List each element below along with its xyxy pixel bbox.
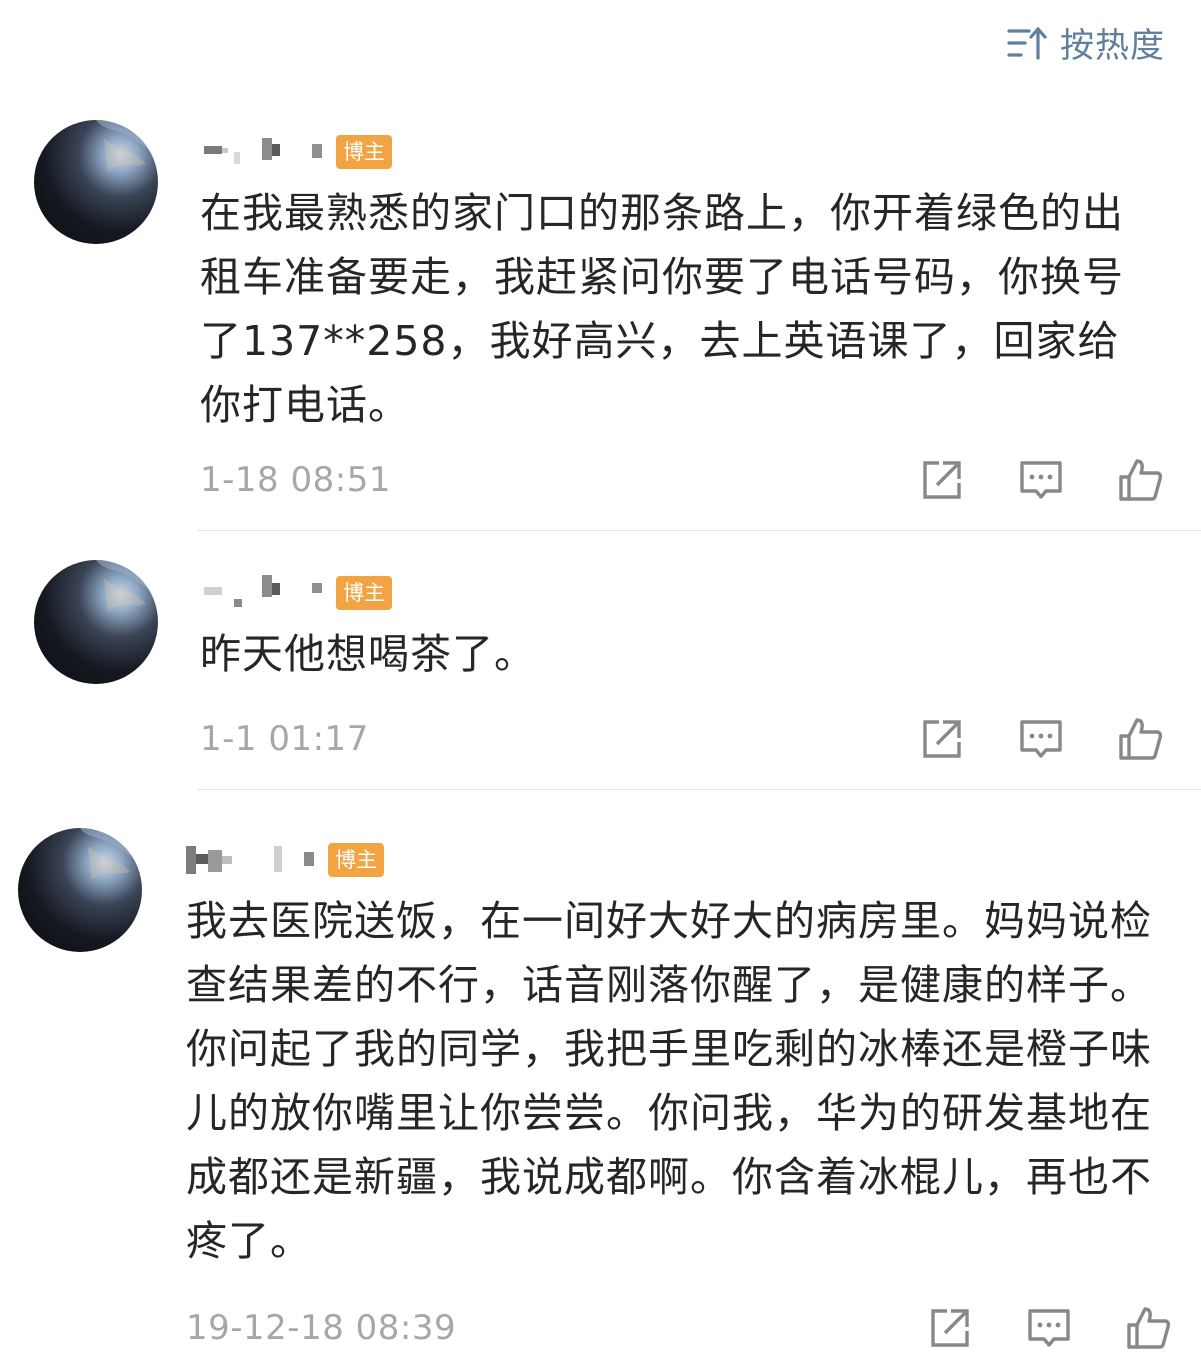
reply-icon [1020,461,1062,499]
divider [198,789,1201,790]
comment-text: 在我最熟悉的家门口的那条路上，你开着绿色的出租车准备要走，我赶紧问你要了电话号码… [200,189,1124,429]
reply-icon [1028,1309,1070,1347]
share-icon [931,1309,969,1347]
author-badge: 博主 [336,135,392,169]
like-button[interactable] [1125,1305,1171,1351]
sort-label: 按热度 [1060,26,1165,66]
like-icon [1127,1307,1171,1349]
blurred-username [204,575,322,607]
username[interactable]: 博主 [200,132,392,172]
like-icon [1119,718,1163,760]
avatar[interactable] [34,560,158,684]
share-icon [923,720,961,758]
comment-text: 我去医院送饭，在一间好大好大的病房里。妈妈说检查结果差的不行，话音刚落你醒了，是… [186,897,1152,1265]
share-button[interactable] [927,1305,973,1351]
divider [198,530,1201,531]
share-icon [923,461,961,499]
username[interactable]: 博主 [200,573,392,613]
author-badge: 博主 [336,576,392,610]
comment-time: 1-18 08:51 [200,460,391,500]
avatar[interactable] [34,120,158,244]
sort-by-popularity-button[interactable]: 按热度 [1006,18,1165,67]
comment-time: 1-1 01:17 [200,719,369,759]
like-button[interactable] [1117,716,1163,762]
share-button[interactable] [919,457,965,503]
reply-button[interactable] [1018,716,1064,762]
blurred-username [186,846,314,874]
blurred-username [204,138,322,164]
like-button[interactable] [1117,457,1163,503]
like-icon [1119,459,1163,501]
author-badge: 博主 [328,843,384,877]
avatar[interactable] [18,828,142,952]
reply-button[interactable] [1018,457,1064,503]
sort-icon [1006,25,1048,61]
comment-text: 昨天他想喝茶了。 [200,630,536,678]
share-button[interactable] [919,716,965,762]
username[interactable]: 博主 [184,840,384,880]
reply-icon [1020,720,1062,758]
comment-time: 19-12-18 08:39 [186,1308,457,1348]
reply-button[interactable] [1026,1305,1072,1351]
